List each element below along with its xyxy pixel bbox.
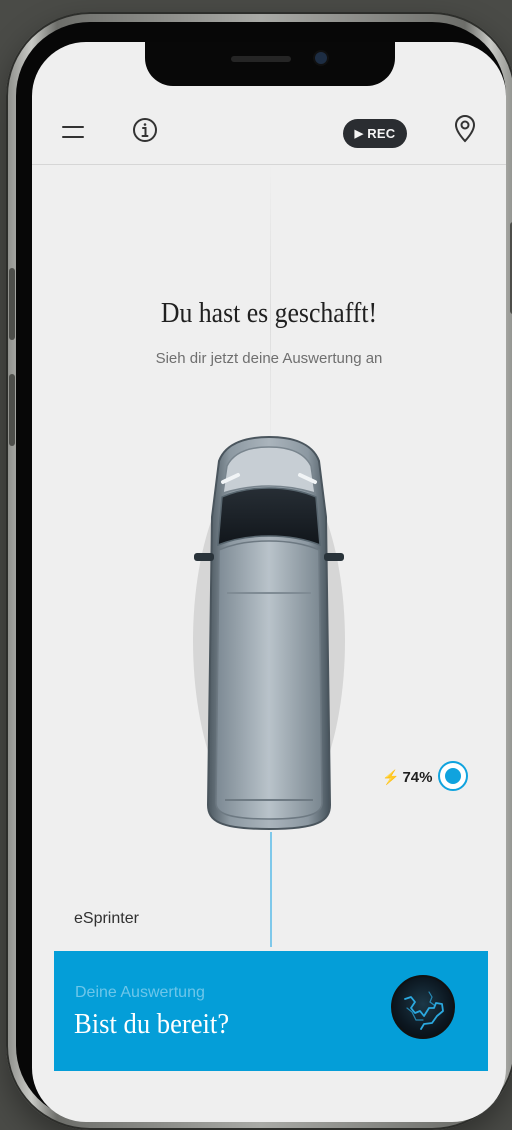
battery-indicator-ring: [438, 761, 468, 791]
record-label: REC: [367, 126, 396, 141]
battery-value: 74%: [402, 769, 433, 786]
phone-frame: ▶ REC Du hast es geschafft! Sieh dir jet…: [6, 12, 512, 1130]
volume-up-button: [9, 268, 15, 340]
vehicle-route-line: [270, 832, 272, 947]
volume-down-button: [9, 374, 15, 446]
charging-bolt-icon: ⚡: [382, 769, 400, 785]
location-pin-icon[interactable]: [450, 113, 480, 143]
evaluation-card-kicker: Deine Auswertung: [75, 984, 205, 1001]
battery-status: ⚡ 74%: [382, 761, 474, 795]
phone-notch: [145, 42, 395, 86]
speaker-grill: [231, 56, 291, 62]
front-camera: [315, 52, 327, 64]
top-navigation-bar: ▶ REC: [32, 98, 506, 165]
battery-indicator-dot: [445, 768, 461, 784]
vehicle-image: [186, 435, 352, 836]
battery-percentage: ⚡ 74%: [382, 769, 432, 786]
vehicle-name: eSprinter: [74, 910, 139, 927]
success-title: Du hast es geschafft!: [160, 298, 378, 329]
evaluation-subtitle: Sieh dir jetzt deine Auswertung an: [155, 350, 383, 367]
record-button[interactable]: ▶ REC: [343, 119, 407, 148]
menu-icon[interactable]: [58, 117, 88, 147]
info-icon[interactable]: [130, 115, 160, 145]
route-map-icon: [391, 975, 455, 1039]
play-icon: ▶: [354, 128, 364, 140]
app-screen: ▶ REC Du hast es geschafft! Sieh dir jet…: [32, 42, 506, 1122]
evaluation-card-title: Bist du bereit?: [74, 1009, 230, 1040]
evaluation-card[interactable]: Deine Auswertung Bist du bereit?: [54, 951, 488, 1071]
